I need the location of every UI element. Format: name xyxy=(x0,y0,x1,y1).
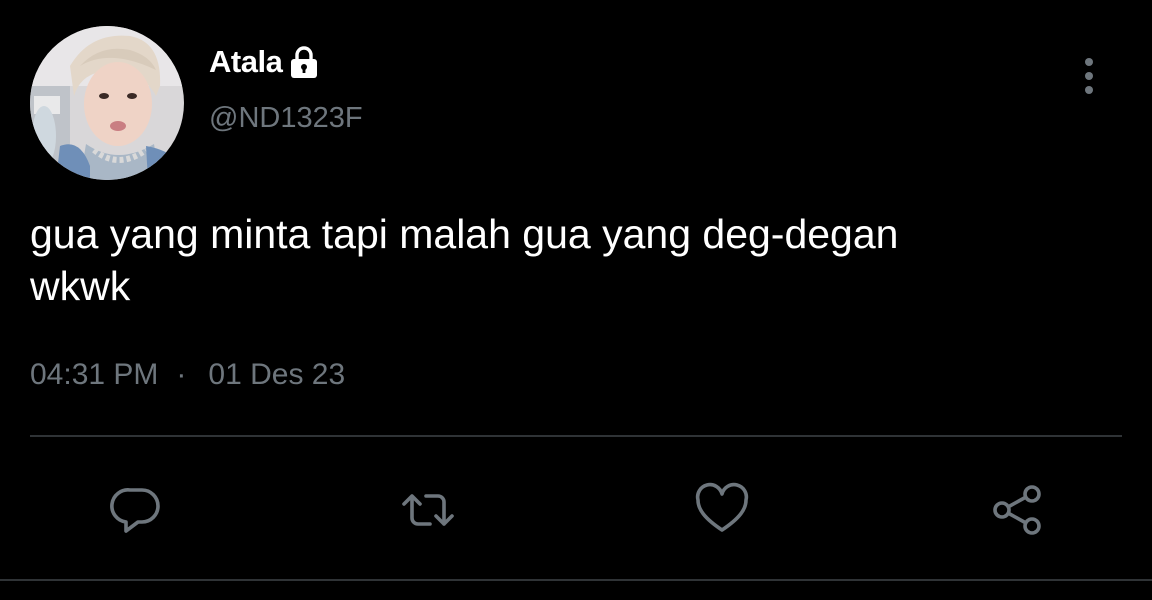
reply-button[interactable] xyxy=(106,480,166,540)
tweet-text: gua yang minta tapi malah gua yang deg-d… xyxy=(30,211,899,309)
tweet-date[interactable]: 01 Des 23 xyxy=(208,358,345,392)
avatar[interactable] xyxy=(30,26,184,180)
tweet-timestamp: 04:31 PM · 01 Des 23 xyxy=(30,358,345,392)
heart-icon xyxy=(695,482,749,532)
profile-photo xyxy=(30,26,184,180)
share-button[interactable] xyxy=(988,480,1048,540)
timestamp-separator: · xyxy=(176,358,187,391)
divider xyxy=(30,435,1122,437)
retweet-icon xyxy=(402,494,454,526)
lock-icon xyxy=(291,46,318,78)
handle[interactable]: @ND1323F xyxy=(209,102,363,135)
like-button[interactable] xyxy=(692,480,752,540)
retweet-button[interactable] xyxy=(398,480,458,540)
more-options-icon xyxy=(1085,58,1093,94)
display-name-row: Atala xyxy=(209,42,320,82)
divider xyxy=(0,579,1152,581)
display-name[interactable]: Atala xyxy=(209,44,283,80)
reply-icon xyxy=(110,488,160,533)
more-options-button[interactable] xyxy=(1076,56,1102,96)
share-icon xyxy=(993,485,1041,535)
tweet-time[interactable]: 04:31 PM xyxy=(30,358,158,392)
